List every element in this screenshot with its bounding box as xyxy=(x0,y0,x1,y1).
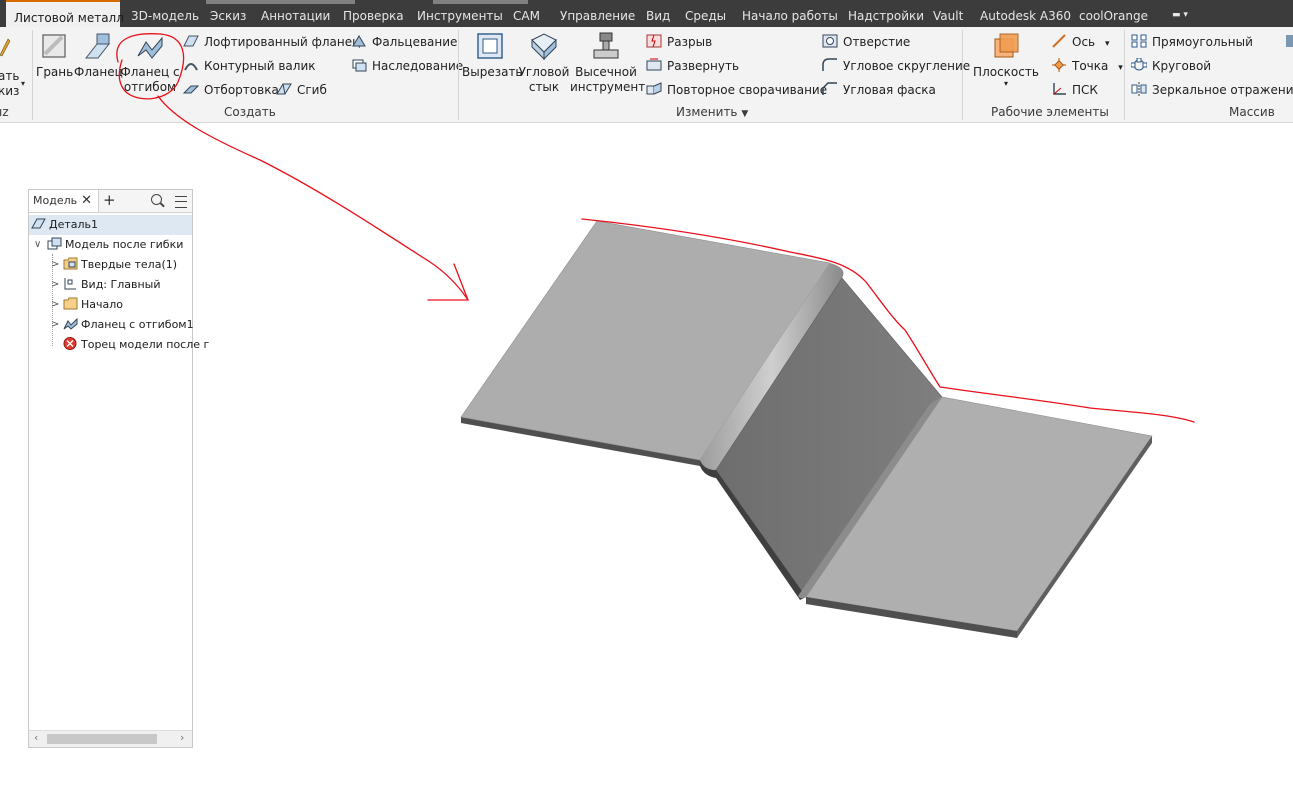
tree-node-view[interactable]: Вид: Главный xyxy=(63,275,161,295)
close-icon[interactable]: ✕ xyxy=(81,190,92,212)
tree-node-part[interactable]: Деталь1 xyxy=(29,215,192,235)
tree-node-label: Торец модели после г xyxy=(81,338,210,351)
add-tab-icon[interactable]: + xyxy=(103,191,116,209)
folded-model-icon xyxy=(47,237,62,250)
tree-node-label: Начало xyxy=(81,298,124,311)
view-rep-icon xyxy=(63,277,78,290)
annotation-circle xyxy=(116,33,185,100)
end-of-part-icon xyxy=(63,337,78,350)
tree-node-end-of-folded[interactable]: Торец модели после г xyxy=(63,335,209,355)
chevron-right-icon[interactable]: > xyxy=(51,279,59,290)
contour-flange-icon xyxy=(63,317,78,330)
scrollbar-thumb[interactable] xyxy=(47,734,157,744)
browser-header: Модель ✕ + xyxy=(29,190,192,213)
chevron-right-icon[interactable]: > xyxy=(51,319,59,330)
annotation-arrow-line xyxy=(157,95,469,301)
tree-node-solid-bodies[interactable]: Твердые тела(1) xyxy=(63,255,177,275)
chevron-right-icon[interactable]: > xyxy=(51,299,59,310)
part-icon xyxy=(31,217,46,230)
folder-icon xyxy=(63,297,78,310)
tree-node-origin[interactable]: Начало xyxy=(63,295,123,315)
sheet-metal-part[interactable] xyxy=(460,220,1153,638)
annotation-arrowhead xyxy=(427,263,469,301)
tree-node-label: Модель после гибки xyxy=(65,238,184,251)
browser-tab-model[interactable]: Модель ✕ xyxy=(29,190,99,212)
tree-node-folded-model[interactable]: Модель после гибки xyxy=(47,235,183,255)
browser-tab-label: Модель xyxy=(33,194,78,207)
menu-icon[interactable] xyxy=(175,196,187,208)
chevron-right-icon[interactable]: > xyxy=(51,259,59,270)
tree-node-label: Твердые тела(1) xyxy=(81,258,178,271)
tree-node-label: Вид: Главный xyxy=(81,278,161,291)
search-icon[interactable] xyxy=(151,194,162,205)
folder-icon xyxy=(63,257,78,270)
horizontal-scrollbar[interactable]: ‹ › xyxy=(29,730,192,747)
tree-node-label: Деталь1 xyxy=(49,218,99,231)
scroll-left-icon[interactable]: ‹ xyxy=(34,731,38,744)
graphics-viewport[interactable] xyxy=(0,0,1293,785)
tree-node-contour-flange[interactable]: Фланец с отгибом1 xyxy=(63,315,194,335)
tree-node-label: Фланец с отгибом1 xyxy=(81,318,194,331)
scroll-right-icon[interactable]: › xyxy=(180,731,184,744)
model-browser: Модель ✕ + Деталь1 ∨ Модель после гибки … xyxy=(28,189,209,748)
chevron-down-icon[interactable]: ∨ xyxy=(34,239,41,250)
